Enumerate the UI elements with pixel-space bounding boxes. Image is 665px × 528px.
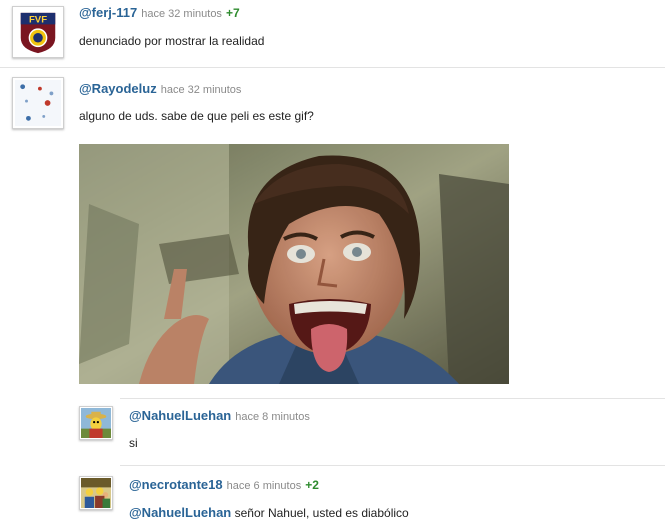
username[interactable]: @ferj-117 — [79, 5, 137, 20]
username[interactable]: @Rayodeluz — [79, 81, 157, 96]
avatar[interactable] — [79, 406, 113, 440]
screaming-man-image — [79, 144, 509, 384]
comment-text: @NahuelLuehan señor Nahuel, usted es dia… — [129, 505, 409, 520]
cartoon-character-icon — [81, 408, 111, 438]
divider — [0, 67, 665, 68]
gif-image[interactable] — [79, 144, 509, 384]
username[interactable]: @necrotante18 — [129, 477, 223, 492]
divider — [120, 465, 665, 466]
comment-text: alguno de uds. sabe de que peli es este … — [79, 109, 314, 123]
fvf-crest-icon: FVF — [15, 9, 61, 55]
timestamp: hace 6 minutos — [226, 480, 302, 492]
comment-text: si — [129, 436, 138, 450]
cartoon-group-icon — [81, 478, 111, 508]
avatar[interactable] — [12, 77, 64, 129]
timestamp: hace 32 minutos — [141, 8, 222, 20]
speckled-avatar-icon — [15, 80, 61, 126]
comment-body: señor Nahuel, usted es diabólico — [234, 506, 409, 520]
vote-count: +2 — [305, 478, 319, 492]
vote-count: +7 — [225, 6, 240, 20]
timestamp: hace 8 minutos — [235, 411, 310, 423]
comment-text: denunciado por mostrar la realidad — [79, 34, 265, 48]
timestamp: hace 32 minutos — [160, 84, 242, 96]
avatar[interactable] — [79, 476, 113, 510]
divider — [120, 398, 665, 399]
mention-link[interactable]: @NahuelLuehan — [129, 505, 231, 520]
username[interactable]: @NahuelLuehan — [129, 408, 231, 423]
avatar[interactable]: FVF — [12, 6, 64, 58]
svg-text:FVF: FVF — [29, 14, 47, 25]
